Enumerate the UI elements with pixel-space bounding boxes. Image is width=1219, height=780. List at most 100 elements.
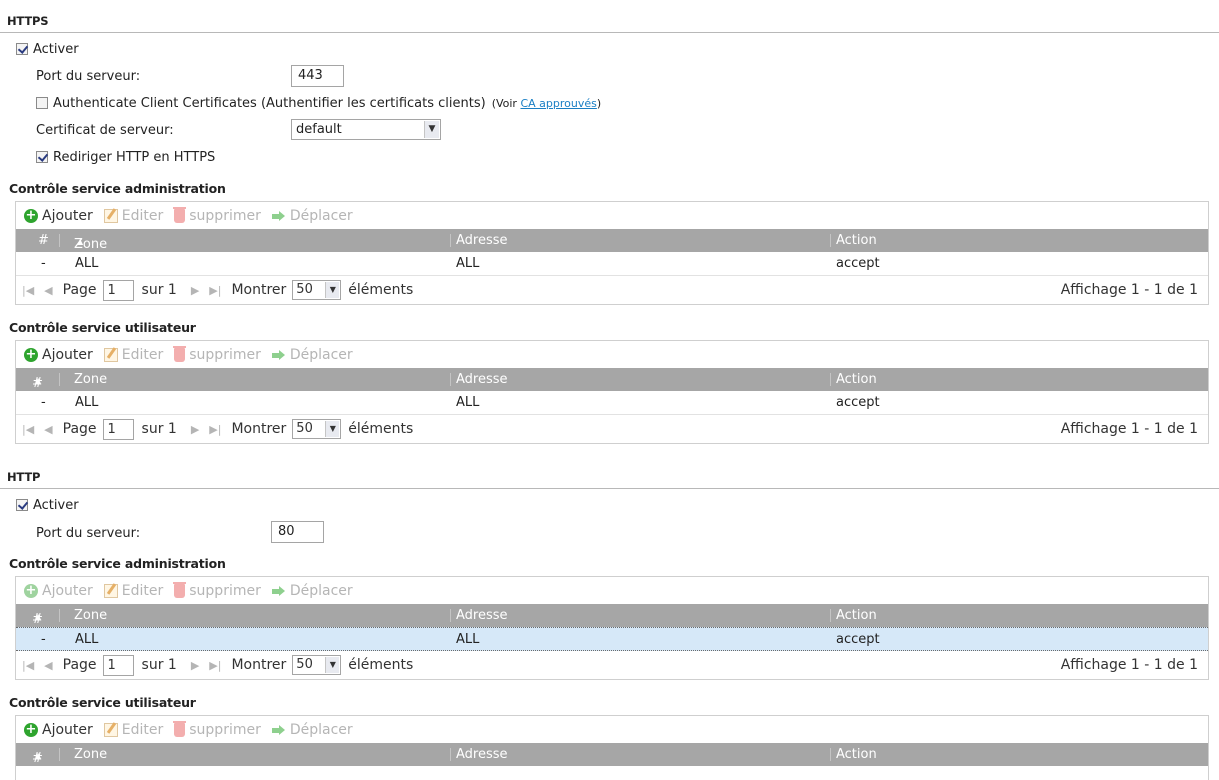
chevron-down-icon: ▼ — [325, 282, 340, 298]
page-input[interactable]: 1 — [102, 654, 134, 676]
http-enable-checkbox[interactable] — [16, 499, 28, 511]
table-header: # Zone ▲ Adresse Action — [16, 229, 1208, 252]
edit-button[interactable]: Editer — [103, 722, 163, 738]
sort-asc-icon: ▲ — [35, 376, 42, 385]
delete-button[interactable]: supprimer — [173, 581, 261, 599]
trash-icon — [173, 345, 187, 362]
table-header: # ▲ Zone Adresse Action — [16, 743, 1208, 766]
delete-button[interactable]: supprimer — [173, 206, 261, 224]
prev-page-icon[interactable]: ◀ — [44, 284, 52, 297]
add-icon: + — [24, 207, 38, 223]
move-button[interactable]: Déplacer — [271, 722, 353, 738]
move-icon — [271, 723, 286, 737]
delete-button[interactable]: supprimer — [173, 720, 261, 738]
https-title: HTTPS — [7, 14, 49, 28]
grid-pager: |◀ ◀ Page 1 sur 1 ▶ ▶| Montrer 50 ▼ éléme… — [16, 276, 1208, 304]
next-page-icon[interactable]: ▶ — [191, 659, 199, 672]
display-count: Affichage 1 - 1 de 1 — [1060, 657, 1198, 673]
last-page-icon[interactable]: ▶| — [209, 659, 221, 672]
col-action[interactable]: Action — [836, 372, 877, 387]
http-admin-grid: + Ajouter Editer supprimer Déplacer # ▲ Zo… — [15, 576, 1209, 680]
auth-client-cert-checkbox[interactable] — [36, 97, 48, 109]
display-count: Affichage 1 - 1 de 1 — [1060, 421, 1198, 437]
https-port-input[interactable]: 443 — [291, 65, 344, 87]
per-page-select[interactable]: 50 ▼ — [292, 655, 342, 675]
https-admin-title: Contrôle service administration — [9, 181, 226, 196]
https-enable-label: Activer — [33, 41, 79, 57]
redirect-https-label: Rediriger HTTP en HTTPS — [53, 149, 216, 165]
add-button[interactable]: + Ajouter — [24, 208, 93, 224]
col-address[interactable]: Adresse — [456, 233, 508, 248]
col-zone[interactable]: Zone — [74, 608, 107, 623]
move-icon — [271, 348, 286, 362]
trash-icon — [173, 206, 187, 223]
table-row[interactable]: - ALL ALL accept — [16, 252, 1208, 276]
ca-approved-link[interactable]: CA approuvés — [520, 97, 596, 110]
per-page-select[interactable]: 50 ▼ — [292, 419, 342, 439]
prev-page-icon[interactable]: ◀ — [44, 659, 52, 672]
table-row[interactable]: - ALL ALL accept — [16, 391, 1208, 415]
http-port-input[interactable]: 80 — [271, 521, 324, 543]
add-button[interactable]: + Ajouter — [24, 583, 93, 599]
col-address[interactable]: Adresse — [456, 608, 508, 623]
first-page-icon[interactable]: |◀ — [22, 423, 34, 436]
edit-button[interactable]: Editer — [103, 583, 163, 599]
redirect-https-checkbox[interactable] — [36, 151, 48, 163]
http-section-header: HTTP — [0, 469, 1219, 489]
next-page-icon[interactable]: ▶ — [191, 423, 199, 436]
add-button[interactable]: + Ajouter — [24, 347, 93, 363]
grid-toolbar: + Ajouter Editer supprimer Déplacer — [16, 577, 1208, 604]
edit-button[interactable]: Editer — [103, 347, 163, 363]
https-port-row: Port du serveur: — [36, 65, 140, 87]
http-port-label: Port du serveur: — [36, 525, 141, 541]
https-section-header: HTTPS — [0, 13, 1219, 33]
col-action[interactable]: Action — [836, 747, 877, 762]
https-cert-row: Certificat de serveur: — [36, 119, 174, 141]
move-button[interactable]: Déplacer — [271, 347, 353, 363]
edit-icon — [103, 208, 118, 223]
delete-button[interactable]: supprimer — [173, 345, 261, 363]
last-page-icon[interactable]: ▶| — [209, 423, 221, 436]
next-page-icon[interactable]: ▶ — [191, 284, 199, 297]
server-cert-label: Certificat de serveur: — [36, 122, 174, 138]
col-action[interactable]: Action — [836, 233, 877, 248]
https-enable-checkbox[interactable] — [16, 43, 28, 55]
chevron-down-icon: ▼ — [424, 121, 439, 138]
https-user-title: Contrôle service utilisateur — [9, 320, 196, 335]
move-button[interactable]: Déplacer — [271, 583, 353, 599]
col-address[interactable]: Adresse — [456, 372, 508, 387]
page-input[interactable]: 1 — [102, 279, 134, 301]
last-page-icon[interactable]: ▶| — [209, 284, 221, 297]
prev-page-icon[interactable]: ◀ — [44, 423, 52, 436]
http-title: HTTP — [7, 470, 41, 484]
col-address[interactable]: Adresse — [456, 747, 508, 762]
first-page-icon[interactable]: |◀ — [22, 284, 34, 297]
col-num[interactable]: # — [38, 233, 49, 248]
https-admin-grid: + Ajouter Editer supprimer Déplacer # Zon… — [15, 201, 1209, 305]
http-enable-row: Activer — [16, 494, 79, 516]
table-header: # ▲ Zone Adresse Action — [16, 604, 1208, 627]
page-input[interactable]: 1 — [102, 418, 134, 440]
move-button[interactable]: Déplacer — [271, 208, 353, 224]
display-count: Affichage 1 - 1 de 1 — [1060, 282, 1198, 298]
move-icon — [271, 584, 286, 598]
edit-icon — [103, 347, 118, 362]
trash-icon — [173, 581, 187, 598]
edit-button[interactable]: Editer — [103, 208, 163, 224]
add-button[interactable]: + Ajouter — [24, 722, 93, 738]
server-cert-select[interactable]: default ▼ — [291, 119, 441, 140]
table-header: # ▲ Zone Adresse Action — [16, 368, 1208, 391]
col-zone[interactable]: Zone — [74, 372, 107, 387]
https-port-label: Port du serveur: — [36, 68, 141, 84]
http-enable-label: Activer — [33, 497, 79, 513]
first-page-icon[interactable]: |◀ — [22, 659, 34, 672]
table-row-selected[interactable]: - ALL ALL accept — [16, 627, 1208, 651]
redirect-row: Rediriger HTTP en HTTPS — [36, 146, 215, 168]
add-icon: + — [24, 346, 38, 362]
edit-icon — [103, 722, 118, 737]
col-action[interactable]: Action — [836, 608, 877, 623]
chevron-down-icon: ▼ — [325, 421, 340, 437]
http-admin-title: Contrôle service administration — [9, 556, 226, 571]
col-zone[interactable]: Zone — [74, 747, 107, 762]
per-page-select[interactable]: 50 ▼ — [292, 280, 342, 300]
